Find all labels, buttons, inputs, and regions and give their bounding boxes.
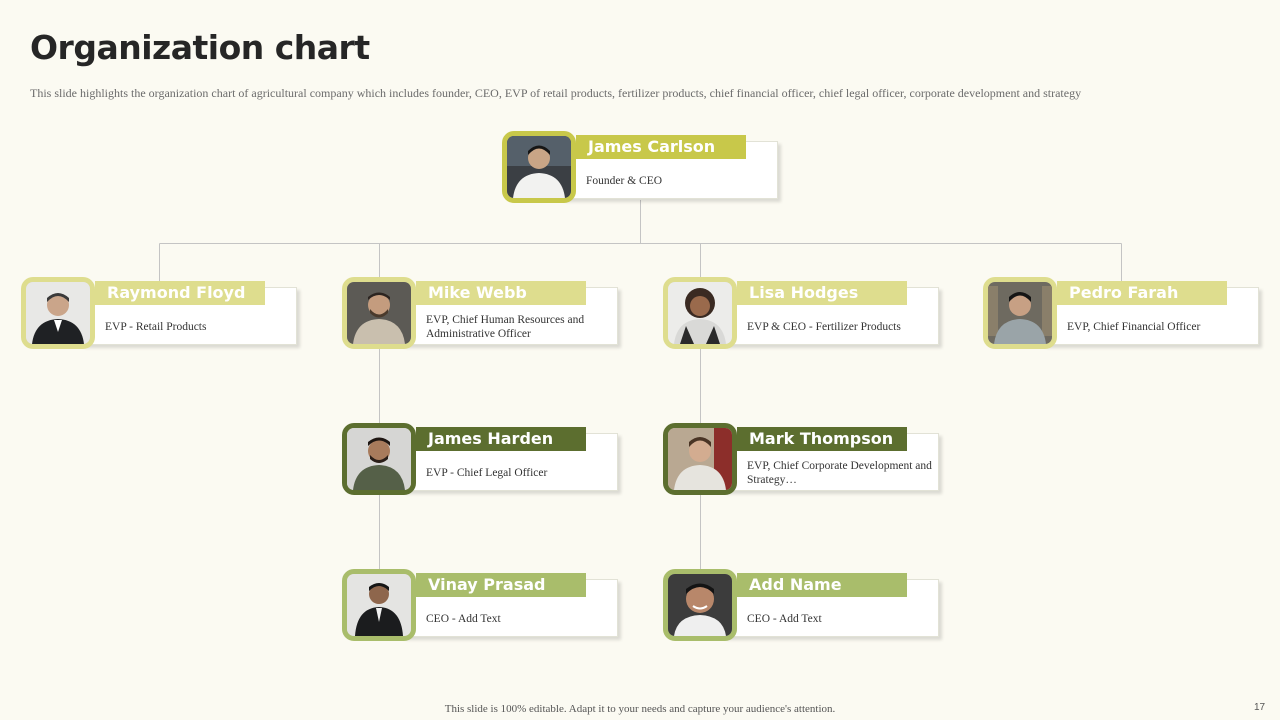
- org-name: Vinay Prasad: [416, 573, 586, 597]
- org-name: Lisa Hodges: [737, 281, 907, 305]
- org-node-legal[interactable]: EVP - Chief Legal Officer James Harden: [342, 423, 622, 495]
- person-photo-icon: [502, 131, 576, 203]
- person-photo-icon: [342, 569, 416, 641]
- org-role: Founder & CEO: [586, 175, 663, 187]
- slide-footer: This slide is 100% editable. Adapt it to…: [444, 703, 836, 715]
- org-role: EVP, Chief Corporate Development and Str…: [747, 460, 932, 486]
- org-name: Mark Thompson: [737, 427, 907, 451]
- connector-lines: [159, 200, 1122, 574]
- org-node-hr[interactable]: EVP, Chief Human Resources and Administr…: [342, 277, 622, 349]
- org-role: EVP, Chief Human Resources and Administr…: [426, 314, 585, 340]
- org-node-addname[interactable]: CEO - Add Text Add Name: [663, 569, 943, 641]
- org-role: EVP & CEO - Fertilizer Products: [747, 321, 901, 333]
- org-name: James Harden: [416, 427, 586, 451]
- page-number: 17: [1254, 702, 1266, 713]
- org-role: CEO - Add Text: [426, 613, 501, 625]
- person-photo-icon: [983, 277, 1057, 349]
- org-role: EVP, Chief Financial Officer: [1067, 321, 1201, 333]
- person-photo-icon: [342, 277, 416, 349]
- person-photo-icon: [21, 277, 95, 349]
- org-node-ceo[interactable]: Founder & CEO James Carlson: [502, 131, 782, 203]
- person-photo-icon: [663, 423, 737, 495]
- org-node-vinay[interactable]: CEO - Add Text Vinay Prasad: [342, 569, 622, 641]
- org-role: EVP - Retail Products: [105, 321, 207, 333]
- org-node-strategy[interactable]: EVP, Chief Corporate Development and Str…: [663, 423, 943, 495]
- org-role: CEO - Add Text: [747, 613, 822, 625]
- person-photo-icon: [663, 569, 737, 641]
- org-name: Add Name: [737, 573, 907, 597]
- org-name: Mike Webb: [416, 281, 586, 305]
- org-name: Raymond Floyd: [95, 281, 265, 305]
- person-photo-icon: [342, 423, 416, 495]
- org-name: James Carlson: [576, 135, 746, 159]
- org-node-retail[interactable]: EVP - Retail Products Raymond Floyd: [21, 277, 301, 349]
- person-photo-icon: [663, 277, 737, 349]
- org-role: EVP - Chief Legal Officer: [426, 467, 548, 479]
- org-name: Pedro Farah: [1057, 281, 1227, 305]
- org-node-fertilizer[interactable]: EVP & CEO - Fertilizer Products Lisa Hod…: [663, 277, 943, 349]
- org-node-finance[interactable]: EVP, Chief Financial Officer Pedro Farah: [983, 277, 1263, 349]
